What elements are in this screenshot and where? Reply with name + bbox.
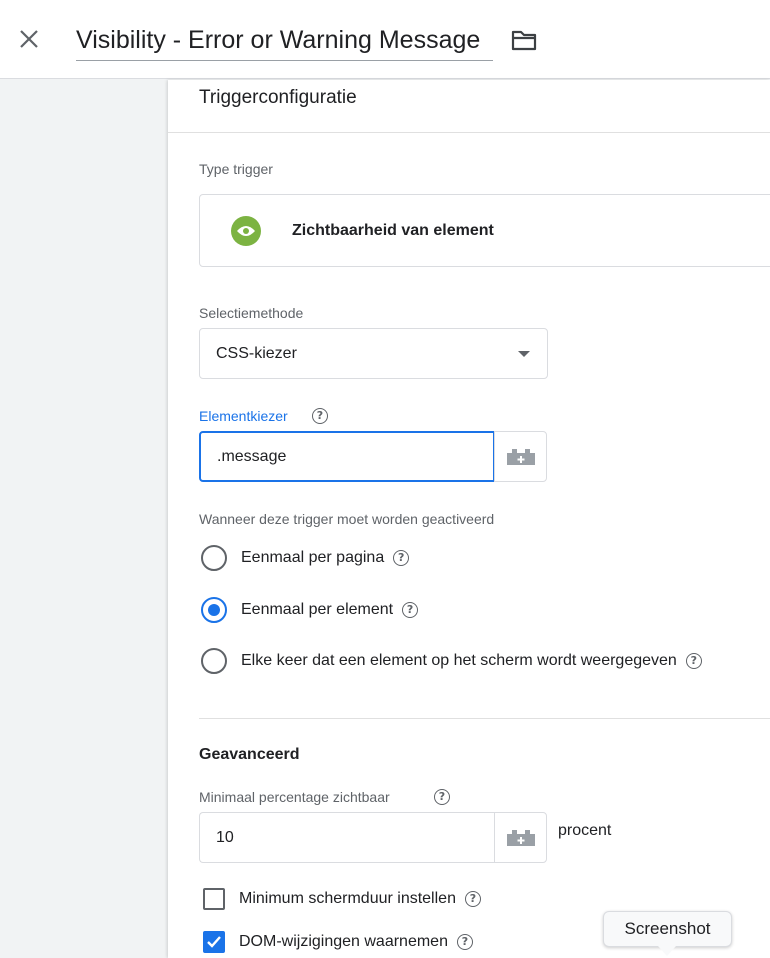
- min-percent-input[interactable]: [199, 812, 495, 863]
- chevron-down-icon: [518, 351, 530, 357]
- checkbox[interactable]: [203, 888, 225, 910]
- insert-variable-button[interactable]: [494, 812, 547, 863]
- help-icon[interactable]: ?: [312, 408, 328, 424]
- radio-button[interactable]: [201, 648, 227, 674]
- radio-once-per-page[interactable]: Eenmaal per pagina ?: [201, 544, 410, 572]
- min-percent-group: [199, 812, 548, 863]
- checkbox[interactable]: [203, 931, 225, 953]
- radio-every-time[interactable]: Elke keer dat een element op het scherm …: [201, 647, 702, 675]
- help-icon[interactable]: ?: [685, 653, 702, 669]
- element-selector-input[interactable]: [199, 431, 495, 482]
- help-icon[interactable]: ?: [464, 891, 481, 907]
- help-icon[interactable]: ?: [402, 602, 419, 618]
- variable-brick-icon: [506, 448, 535, 465]
- check-icon: [207, 936, 221, 948]
- trigger-type-label: Type trigger: [199, 161, 273, 177]
- radio-button[interactable]: [201, 545, 227, 571]
- eye-icon: [231, 216, 261, 246]
- fire-when-label: Wanneer deze trigger moet worden geactiv…: [199, 511, 495, 527]
- checkbox-min-duration[interactable]: Minimum schermduur instellen ?: [203, 886, 481, 912]
- trigger-name-input[interactable]: Visibility - Error or Warning Message: [76, 23, 493, 61]
- trigger-config-panel: Triggerconfiguratie Type trigger Zichtba…: [168, 80, 770, 958]
- percent-suffix: procent: [558, 822, 612, 839]
- screenshot-tooltip: Screenshot: [603, 911, 732, 947]
- section-title: Triggerconfiguratie: [199, 87, 357, 108]
- help-icon[interactable]: ?: [456, 934, 473, 950]
- trigger-type-name: Zichtbaarheid van element: [292, 222, 494, 239]
- selection-method-label: Selectiemethode: [199, 305, 304, 321]
- radio-label: Eenmaal per element: [241, 601, 394, 618]
- radio-button[interactable]: [201, 597, 227, 623]
- checkbox-label: Minimum schermduur instellen: [239, 890, 456, 907]
- radio-selected-dot: [208, 604, 220, 616]
- folder-icon: [511, 30, 537, 51]
- advanced-title: Geavanceerd: [199, 746, 300, 763]
- radio-label: Eenmaal per pagina: [241, 549, 385, 566]
- help-icon[interactable]: ?: [434, 789, 450, 805]
- min-percent-label: Minimaal percentage zichtbaar: [199, 789, 390, 805]
- radio-label: Elke keer dat een element op het scherm …: [241, 652, 677, 669]
- checkbox-label: DOM-wijzigingen waarnemen: [239, 933, 448, 950]
- selection-method-value: CSS-kiezer: [216, 345, 297, 362]
- help-icon[interactable]: ?: [393, 550, 410, 566]
- close-button[interactable]: [14, 24, 44, 54]
- element-selector-label: Elementkiezer: [199, 408, 288, 424]
- element-selector-group: [199, 431, 548, 482]
- trigger-type-card[interactable]: Zichtbaarheid van element: [199, 194, 770, 267]
- close-icon: [20, 30, 38, 48]
- insert-variable-button[interactable]: [494, 431, 547, 482]
- folder-button[interactable]: [508, 26, 540, 54]
- radio-once-per-element[interactable]: Eenmaal per element ?: [201, 596, 419, 624]
- section-divider: [168, 132, 770, 133]
- tooltip-arrow: [658, 946, 676, 956]
- section-divider: [199, 718, 770, 719]
- top-bar: Visibility - Error or Warning Message: [0, 0, 770, 79]
- checkbox-observe-dom[interactable]: DOM-wijzigingen waarnemen ?: [203, 929, 473, 955]
- selection-method-select[interactable]: CSS-kiezer: [199, 328, 548, 379]
- variable-brick-icon: [506, 829, 535, 846]
